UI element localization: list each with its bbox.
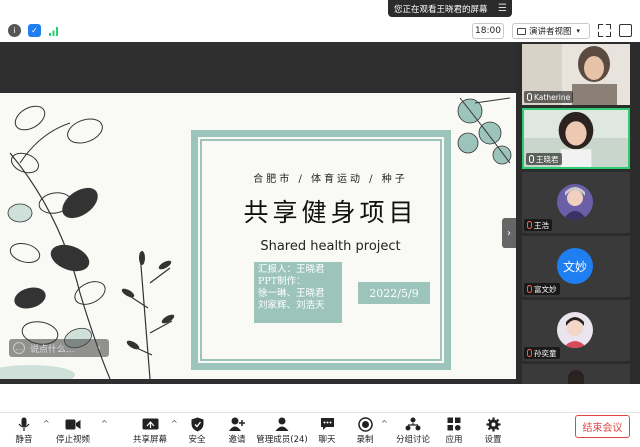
- record-label: 录制: [356, 435, 374, 445]
- participant-name: 王浩: [534, 220, 549, 230]
- mute-button[interactable]: 静音: [10, 416, 38, 446]
- video-label: 停止视频: [56, 435, 91, 445]
- breakout-icon: [403, 416, 423, 432]
- participant-name-tag: 孙奕童: [524, 347, 560, 359]
- participant-name-tag: 王浩: [524, 219, 552, 231]
- chevron-up-icon[interactable]: ^: [101, 419, 108, 428]
- add-user-icon: [227, 416, 247, 432]
- participant-name-tag: Katherine: [524, 91, 574, 103]
- record-button[interactable]: 录制: [354, 416, 376, 446]
- window-mode-icon[interactable]: [619, 24, 632, 37]
- share-banner-text: 您正在观看王晓君的屏幕: [394, 4, 488, 15]
- microphone-muted-icon: [527, 221, 532, 229]
- participant-tile[interactable]: Katherine: [522, 44, 630, 105]
- participant-avatar: 文妙: [557, 248, 593, 284]
- banner-menu-icon[interactable]: ☰: [498, 3, 507, 14]
- microphone-icon: [527, 93, 532, 101]
- apps-grid-icon: [444, 416, 464, 432]
- mute-label: 静音: [15, 435, 33, 445]
- participant-tile[interactable]: [522, 364, 630, 384]
- slide-subtitle: 合肥市 / 体育运动 / 种子: [253, 174, 408, 185]
- slide-title: 共享健身项目: [243, 198, 418, 227]
- chat-button[interactable]: 聊天: [316, 416, 338, 446]
- participant-name: 富文妙: [534, 284, 557, 294]
- shared-screen-area: 合肥市 / 体育运动 / 种子 共享健身项目 Shared health pro…: [0, 42, 516, 384]
- info-icon[interactable]: i: [8, 24, 21, 37]
- reporter-line: 刘家辉、刘浩天: [258, 300, 325, 311]
- reporter-line: 汇报人：王晓君: [258, 264, 325, 275]
- participant-name-tag: 王晓君: [526, 153, 562, 165]
- top-toolbar: i ✓ 18:00 演讲者视图 ▾: [0, 20, 640, 42]
- participant-avatar: [568, 370, 584, 384]
- video-camera-icon: [63, 416, 83, 432]
- reporter-line: 徐一琳、王晓君: [258, 288, 325, 299]
- chevron-down-icon: ▾: [576, 27, 581, 35]
- speaker-view-icon: [517, 27, 526, 35]
- members-label: 管理成员(24): [256, 435, 308, 445]
- reporter-line: PPT制作：: [258, 276, 306, 287]
- participant-name: 王晓君: [536, 154, 559, 164]
- shield-icon[interactable]: ✓: [28, 24, 41, 37]
- breakout-rooms-button[interactable]: 分组讨论: [396, 416, 431, 446]
- leaf-illustration-right: [457, 97, 512, 165]
- quick-chat-input[interactable]: … 说点什么... ‹: [9, 339, 109, 357]
- fullscreen-icon[interactable]: [598, 24, 611, 37]
- chat-bubble-icon: …: [13, 342, 25, 354]
- meeting-timer: 18:00: [472, 23, 504, 39]
- participant-name: 孙奕童: [534, 348, 557, 358]
- collapse-panel-button[interactable]: ›: [502, 218, 516, 248]
- leaf-illustration-left: [0, 105, 175, 379]
- view-mode-button[interactable]: 演讲者视图 ▾: [512, 23, 590, 39]
- record-icon: [355, 416, 375, 432]
- participant-tile-active[interactable]: 王晓君: [522, 108, 630, 169]
- microphone-muted-icon: [527, 349, 532, 357]
- chat-placeholder: 说点什么...: [30, 344, 75, 355]
- gear-icon: [483, 416, 503, 432]
- share-screen-icon: [140, 416, 160, 432]
- chevron-up-icon[interactable]: ^: [43, 419, 50, 428]
- participant-name: Katherine: [534, 92, 571, 102]
- settings-label: 设置: [484, 435, 502, 445]
- chevron-up-icon[interactable]: ^: [171, 419, 178, 428]
- bottom-toolbar: 静音 ^ 停止视频 ^ 共享屏幕 ^ 安全 邀请 管理成员(24) 聊天 录制 …: [0, 412, 640, 447]
- apps-label: 应用: [445, 435, 463, 445]
- chat-icon: [317, 416, 337, 432]
- chevron-left-icon[interactable]: ‹: [97, 343, 101, 353]
- security-label: 安全: [188, 435, 206, 445]
- chevron-up-icon[interactable]: ^: [381, 419, 388, 428]
- members-icon: [272, 416, 292, 432]
- participant-avatar: [557, 184, 593, 220]
- invite-button[interactable]: 邀请: [225, 416, 249, 446]
- share-label: 共享屏幕: [133, 435, 168, 445]
- participant-tile[interactable]: 王浩: [522, 172, 630, 233]
- security-button[interactable]: 安全: [185, 416, 209, 446]
- shield-icon: [187, 416, 207, 432]
- participant-tile[interactable]: 孙奕童: [522, 300, 630, 361]
- breakout-label: 分组讨论: [396, 435, 431, 445]
- participant-avatar: [557, 312, 593, 348]
- microphone-icon: [529, 155, 534, 163]
- settings-button[interactable]: 设置: [482, 416, 504, 446]
- signal-icon[interactable]: [47, 24, 60, 37]
- manage-members-button[interactable]: 管理成员(24): [256, 416, 308, 446]
- chat-label: 聊天: [318, 435, 336, 445]
- apps-button[interactable]: 应用: [443, 416, 465, 446]
- microphone-muted-icon: [527, 285, 532, 293]
- slide-english-title: Shared health project: [260, 239, 401, 254]
- end-meeting-button[interactable]: 结束会议: [575, 415, 630, 438]
- share-screen-button[interactable]: 共享屏幕: [133, 416, 167, 446]
- participant-tile[interactable]: 文妙 富文妙: [522, 236, 630, 297]
- view-mode-label: 演讲者视图: [529, 27, 572, 37]
- presentation-slide: 合肥市 / 体育运动 / 种子 共享健身项目 Shared health pro…: [0, 93, 516, 379]
- invite-label: 邀请: [228, 435, 246, 445]
- screen-share-banner[interactable]: 您正在观看王晓君的屏幕 ☰: [388, 0, 512, 17]
- slide-date: 2022/5/9: [358, 282, 430, 304]
- microphone-icon: [14, 416, 34, 432]
- stop-video-button[interactable]: 停止视频: [56, 416, 90, 446]
- reporter-info: 汇报人：王晓君 PPT制作： 徐一琳、王晓君 刘家辉、刘浩天: [254, 262, 342, 323]
- participant-name-tag: 富文妙: [524, 283, 560, 295]
